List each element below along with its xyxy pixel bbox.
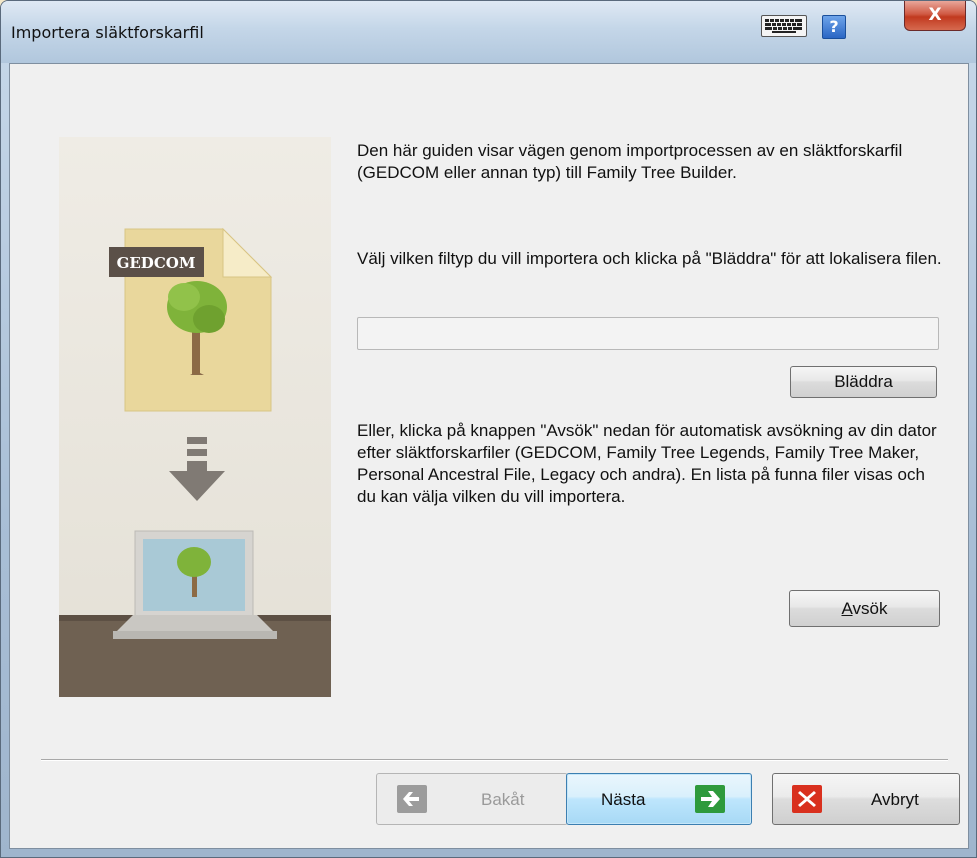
next-button[interactable]: Nästa bbox=[566, 773, 752, 825]
close-icon[interactable]: X bbox=[904, 1, 966, 31]
instruction-text: Välj vilken filtyp du vill importera och… bbox=[357, 249, 942, 268]
close-x-icon bbox=[792, 785, 822, 813]
cancel-label: Avbryt bbox=[871, 790, 919, 809]
dialog-client-area: GEDCOM Den här guiden visar vägen genom … bbox=[9, 63, 969, 849]
back-label: Bakåt bbox=[481, 790, 525, 809]
title-bar[interactable]: Importera släktforskarfil ? X bbox=[1, 1, 976, 63]
browse-button[interactable]: Bläddra bbox=[790, 366, 937, 398]
scan-description-text: Eller, klicka på knappen "Avsök" nedan f… bbox=[357, 421, 937, 506]
laptop-icon bbox=[113, 530, 277, 639]
cancel-button[interactable]: Avbryt bbox=[772, 773, 960, 825]
arrow-left-icon bbox=[397, 785, 427, 813]
scan-label: vsök bbox=[852, 599, 888, 618]
keyboard-icon[interactable] bbox=[761, 15, 807, 37]
scan-button[interactable]: Avsök bbox=[789, 590, 940, 627]
gedcom-file-icon: GEDCOM bbox=[109, 227, 273, 412]
intro-text: Den här guiden visar vägen genom importp… bbox=[357, 141, 903, 182]
next-label: Nästa bbox=[601, 790, 646, 809]
window-title: Importera släktforskarfil bbox=[11, 23, 204, 42]
import-illustration: GEDCOM bbox=[59, 137, 331, 697]
footer-separator bbox=[41, 759, 948, 761]
file-label: GEDCOM bbox=[117, 254, 196, 272]
help-icon[interactable]: ? bbox=[822, 15, 846, 39]
file-path-input[interactable] bbox=[357, 317, 939, 350]
scan-accelerator: A bbox=[841, 599, 853, 618]
arrow-right-icon bbox=[695, 785, 725, 813]
back-button[interactable]: Bakåt bbox=[376, 773, 568, 825]
import-dialog-window: Importera släktforskarfil ? X GEDCOM Den… bbox=[0, 0, 977, 858]
